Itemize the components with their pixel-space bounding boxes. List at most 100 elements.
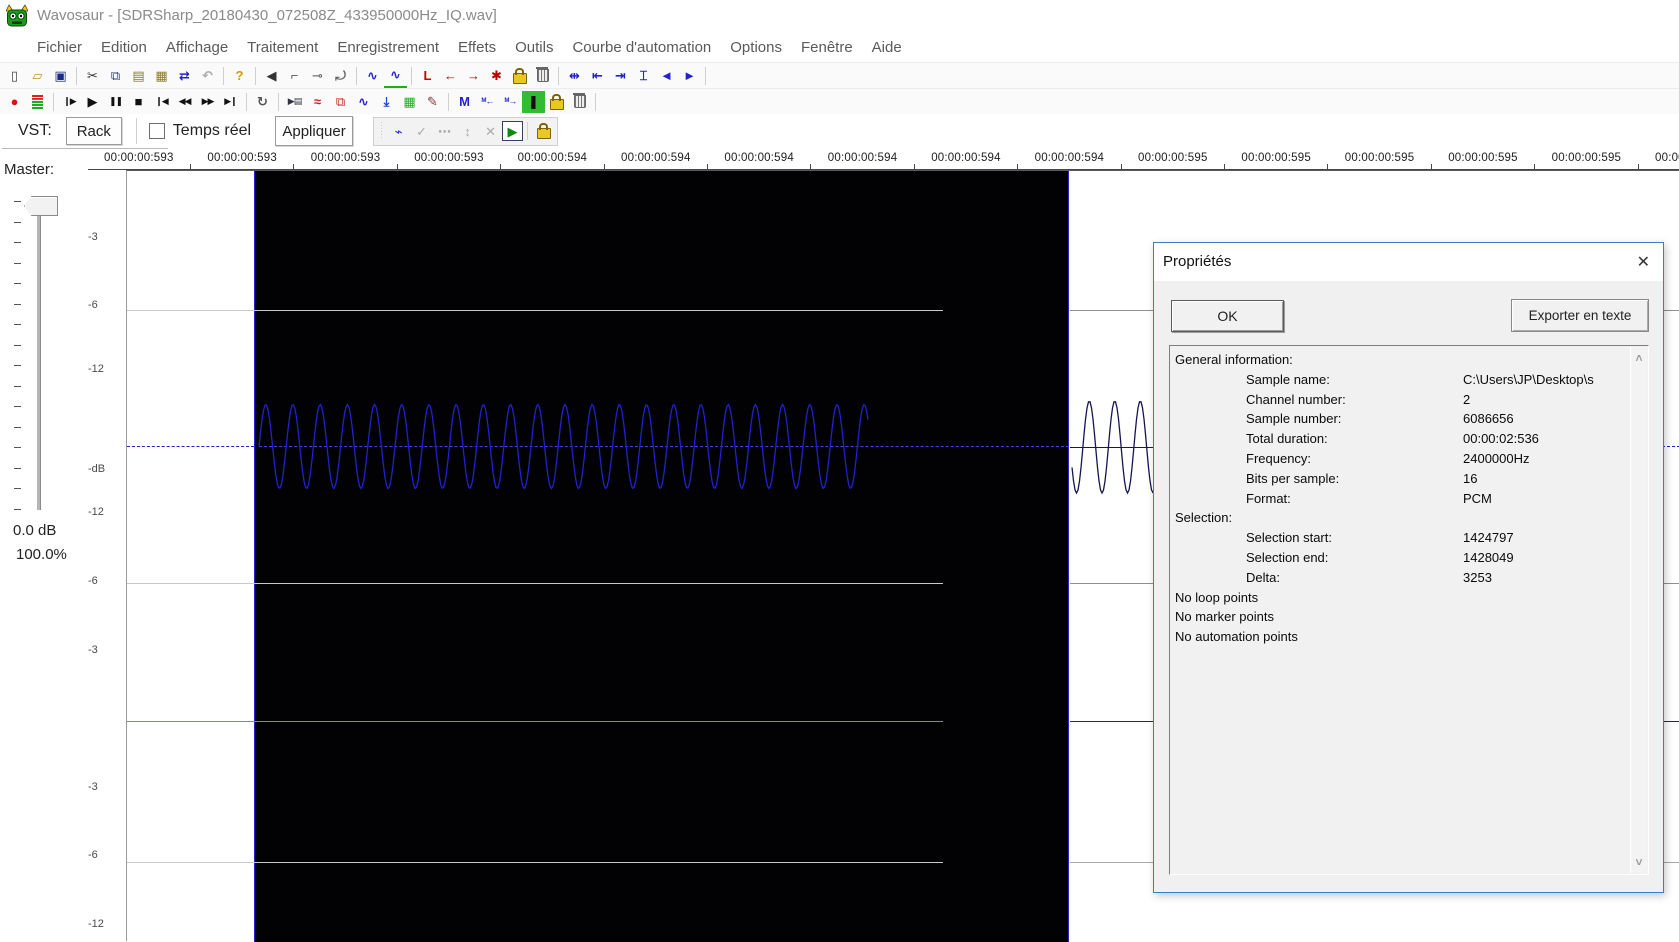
lock-icon[interactable]: [532, 120, 555, 142]
ruler-tick: [913, 164, 915, 169]
menu-item-edition[interactable]: Edition: [101, 39, 147, 56]
scrollbar[interactable]: ˄ ˅: [1630, 347, 1647, 873]
close-icon[interactable]: ✕: [1637, 252, 1650, 272]
marker-right-icon[interactable]: ᴹ→: [499, 91, 522, 113]
menu-item-effets[interactable]: Effets: [458, 39, 496, 56]
cursor-left-icon[interactable]: ◄: [655, 65, 678, 87]
slider-tick: [14, 426, 21, 428]
master-slider-track[interactable]: [37, 200, 41, 510]
property-label: No marker points: [1175, 609, 1274, 625]
menu-item-fen-tre[interactable]: Fenêtre: [801, 39, 853, 56]
vst-apply-button[interactable]: Appliquer: [275, 116, 354, 146]
menu-item-courbe-d-automation[interactable]: Courbe d'automation: [572, 39, 711, 56]
open-file-icon[interactable]: ▱: [26, 65, 49, 87]
go-to-start-icon[interactable]: ❙◀: [150, 91, 173, 113]
normalize-icon[interactable]: ⤓: [375, 91, 398, 113]
lock-icon[interactable]: [545, 91, 568, 113]
filter-wave-icon[interactable]: ∿: [352, 91, 375, 113]
property-label: General information:: [1175, 352, 1293, 367]
marker-zone-icon[interactable]: ❚: [522, 90, 545, 113]
statistics-icon[interactable]: ≈: [306, 91, 329, 113]
region-right-icon[interactable]: →: [462, 65, 485, 87]
paste-special-icon[interactable]: ▦: [150, 65, 173, 87]
menu-item-affichage[interactable]: Affichage: [166, 39, 228, 56]
draw-pencil-icon[interactable]: ✎: [421, 91, 444, 113]
menu-item-aide[interactable]: Aide: [872, 39, 902, 56]
property-value: PCM: [1463, 490, 1492, 506]
lock-icon[interactable]: [508, 65, 531, 87]
separator: [53, 92, 54, 111]
slider-tick: [14, 201, 21, 202]
run-automation-icon[interactable]: ▶: [502, 121, 524, 141]
speaker-icon[interactable]: ◀: [260, 65, 283, 87]
properties-list[interactable]: General information: Sample name: C:\Users…: [1169, 345, 1649, 875]
property-row: Format: PCM: [1170, 491, 1648, 511]
record-icon[interactable]: ●: [3, 91, 26, 113]
automation-curve-icon[interactable]: ⌁: [387, 120, 410, 142]
play-from-cursor-icon[interactable]: ❙▶: [58, 91, 81, 113]
zoom-wave-vertical-icon[interactable]: ∿: [361, 65, 384, 87]
confirm-points-icon[interactable]: ✓: [410, 120, 433, 142]
menu-item-options[interactable]: Options: [730, 39, 782, 56]
master-slider-handle[interactable]: [24, 196, 58, 216]
new-file-icon[interactable]: ▯: [3, 65, 26, 87]
help-icon[interactable]: ?: [228, 65, 251, 87]
selection-shrink-right-icon[interactable]: ⇥: [609, 65, 632, 87]
batch-process-icon[interactable]: ▦: [398, 91, 421, 113]
property-value: 1428049: [1463, 549, 1514, 565]
marker-start-icon[interactable]: L: [416, 65, 439, 87]
node-connect-icon[interactable]: ⊸: [306, 65, 329, 87]
delete-icon[interactable]: [568, 91, 591, 113]
ruler-timestamp: 00:00:00:594: [827, 152, 898, 164]
save-file-icon[interactable]: ▣: [49, 65, 72, 87]
slider-tick: [14, 365, 21, 366]
paste-icon[interactable]: ▤: [127, 65, 150, 87]
ruler-timestamp: 00:00:00:595: [1344, 152, 1415, 164]
db-scale-label: -6: [88, 299, 98, 311]
realtime-checkbox[interactable]: [148, 123, 165, 139]
ruler-timestamp: 00:00:00:594: [931, 152, 1001, 164]
zoom-wave-selection-icon[interactable]: ∿: [384, 64, 407, 88]
property-value: 2400000Hz: [1463, 450, 1530, 466]
scroll-up-icon[interactable]: ˄: [1631, 351, 1647, 365]
region-left-icon[interactable]: ←: [439, 65, 462, 87]
rewind-icon[interactable]: ◀◀: [173, 91, 196, 113]
separator: [356, 66, 357, 85]
db-scale-label: -12: [88, 918, 104, 930]
show-points-icon[interactable]: ⋯: [433, 120, 456, 142]
property-label: No automation points: [1175, 629, 1298, 645]
marker-m-icon[interactable]: M: [453, 91, 476, 113]
menu-item-fichier[interactable]: Fichier: [37, 39, 82, 56]
fast-forward-icon[interactable]: ▶▶: [196, 91, 219, 113]
delete-points-icon[interactable]: ✕: [479, 120, 502, 142]
insert-file-icon[interactable]: ▶▤: [283, 91, 306, 113]
menu-item-outils[interactable]: Outils: [515, 39, 553, 56]
menu-item-enregistrement[interactable]: Enregistrement: [337, 39, 439, 56]
ok-button[interactable]: OK: [1171, 300, 1284, 332]
cursor-right-icon[interactable]: ►: [678, 65, 701, 87]
export-text-button[interactable]: Exporter en texte: [1511, 299, 1649, 332]
separator: [76, 66, 77, 85]
menu-item-traitement[interactable]: Traitement: [247, 39, 318, 56]
pause-icon[interactable]: ❚❚: [104, 91, 127, 113]
go-to-end-icon[interactable]: ▶❙: [219, 91, 242, 113]
delete-icon[interactable]: [531, 65, 554, 87]
point-connect-icon[interactable]: ⌐: [283, 65, 306, 87]
resize-vertical-icon[interactable]: ↕: [456, 120, 479, 142]
selection-expand-icon[interactable]: ⇹: [563, 65, 586, 87]
selection-shrink-left-icon[interactable]: ⇤: [586, 65, 609, 87]
copy-file-icon[interactable]: ⧉: [329, 91, 352, 113]
slider-tick: [14, 344, 21, 346]
scroll-down-icon[interactable]: ˅: [1631, 855, 1647, 869]
marker-left-icon[interactable]: ᴹ←: [476, 91, 499, 113]
wrench-icon[interactable]: ⤾: [329, 65, 352, 87]
property-value: 16: [1463, 470, 1478, 486]
swap-channels-icon[interactable]: ⇄: [173, 65, 196, 87]
timeline-ruler[interactable]: 00:00:00:593 00:00:00:593 00:00:00:593 00:0…: [0, 148, 1679, 170]
loop-icon[interactable]: ↻: [251, 91, 274, 113]
undo-icon[interactable]: ↶: [196, 65, 219, 87]
stop-icon[interactable]: ■: [127, 91, 150, 113]
burst-region-icon[interactable]: ✱: [485, 65, 508, 87]
selection-trim-icon[interactable]: ⌶: [632, 65, 655, 87]
copy-icon[interactable]: ⧉: [104, 65, 127, 87]
